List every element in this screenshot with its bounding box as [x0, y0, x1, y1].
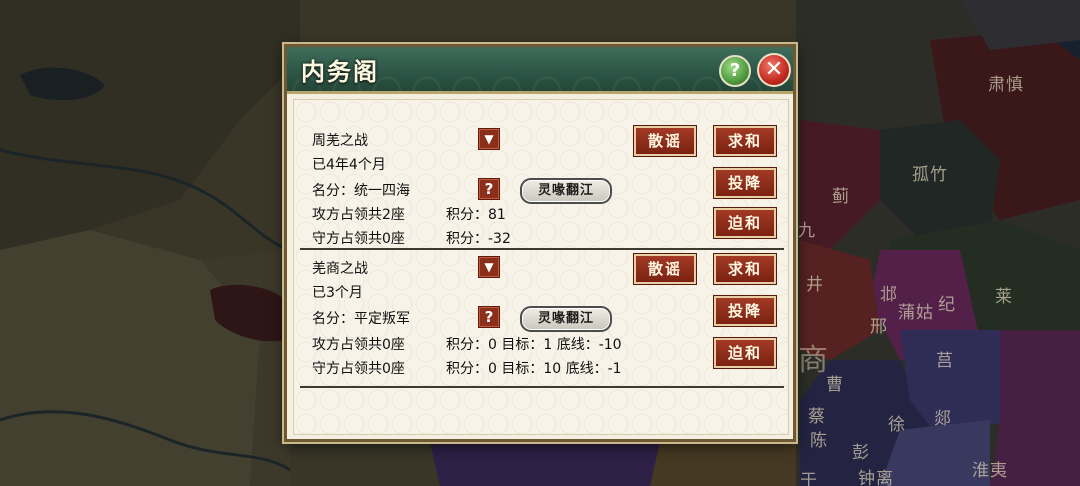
battle-name: 周羌之战: [312, 133, 368, 149]
help-icon: ?: [729, 60, 741, 81]
battle-duration: 已4年4个月: [312, 157, 386, 173]
battle-entry: 周羌之战 ▼ 已4年4个月 名分：统一四海 ? 灵喙翻江 攻方占领共2座 积分：…: [294, 120, 788, 250]
question-icon[interactable]: ?: [478, 178, 500, 200]
general-skill-badge[interactable]: 灵喙翻江: [520, 178, 612, 204]
surrender-button[interactable]: 投降: [713, 167, 777, 199]
attacker-occupied: 攻方占领共2座: [312, 207, 405, 223]
surrender-button[interactable]: 投降: [713, 295, 777, 327]
map-label[interactable]: 肃慎: [988, 70, 1024, 95]
map-label[interactable]: 九: [798, 216, 816, 241]
section-divider: [300, 248, 784, 250]
expand-arrow-icon[interactable]: ▼: [478, 128, 500, 150]
dialog-title: 内务阁: [301, 57, 379, 86]
general-skill-badge[interactable]: 灵喙翻江: [520, 306, 612, 332]
map-label[interactable]: 纪: [938, 290, 956, 315]
map-label[interactable]: 孤竹: [912, 160, 948, 185]
help-button[interactable]: ?: [719, 55, 751, 87]
map-label[interactable]: 于: [800, 466, 818, 486]
rumor-button[interactable]: 散谣: [633, 125, 697, 157]
section-divider: [300, 386, 784, 388]
seek-peace-button[interactable]: 求和: [713, 253, 777, 285]
map-label[interactable]: 邶: [880, 280, 898, 305]
badge-label: 灵喙翻江: [537, 311, 594, 326]
map-label[interactable]: 彭: [852, 438, 870, 463]
attacker-score: 积分：81: [446, 207, 506, 223]
battle-name: 羌商之战: [312, 261, 368, 277]
force-peace-button[interactable]: 迫和: [713, 337, 777, 369]
badge-label: 灵喙翻江: [537, 183, 594, 198]
battle-entry: 羌商之战 ▼ 已3个月 名分：平定叛军 ? 灵喙翻江 攻方占领共0座 积分：0 …: [294, 253, 788, 388]
internal-affairs-dialog: 内务阁 ? ✕ 周羌之战 ▼ 已4年4个月 名分：统一四海 ? 灵喙翻江 攻方占…: [284, 44, 796, 442]
map-label[interactable]: 徐: [888, 410, 906, 435]
map-label[interactable]: 蓟: [832, 182, 850, 207]
close-icon: ✕: [764, 57, 784, 82]
map-label[interactable]: 莱: [995, 282, 1013, 307]
map-label[interactable]: 郯: [934, 404, 952, 429]
map-label[interactable]: 淮夷: [972, 456, 1008, 481]
map-label[interactable]: 邢: [870, 312, 888, 337]
defender-occupied: 守方占领共0座: [312, 231, 405, 247]
dialog-header: 内务阁 ? ✕: [287, 47, 793, 94]
close-button[interactable]: ✕: [757, 53, 791, 87]
map-label[interactable]: 蔡: [808, 402, 826, 427]
map-label[interactable]: 蒲姑: [898, 298, 934, 323]
defender-score: 积分：0 目标：10 底线：-1: [446, 361, 622, 377]
map-label[interactable]: 陈: [810, 426, 828, 451]
force-peace-button[interactable]: 迫和: [713, 207, 777, 239]
dialog-body: 周羌之战 ▼ 已4年4个月 名分：统一四海 ? 灵喙翻江 攻方占领共2座 积分：…: [293, 99, 789, 435]
defender-score: 积分：-32: [446, 231, 511, 247]
map-label[interactable]: 莒: [936, 346, 954, 371]
battle-duration: 已3个月: [312, 285, 363, 301]
map-label[interactable]: 曹: [826, 370, 844, 395]
rumor-button[interactable]: 散谣: [633, 253, 697, 285]
map-label[interactable]: 钟离: [858, 464, 894, 486]
seek-peace-button[interactable]: 求和: [713, 125, 777, 157]
battle-reputation: 名分：平定叛军: [312, 311, 410, 327]
attacker-occupied: 攻方占领共0座: [312, 337, 405, 353]
attacker-score: 积分：0 目标：1 底线：-10: [446, 337, 622, 353]
map-label[interactable]: 商: [798, 335, 829, 379]
battle-reputation: 名分：统一四海: [312, 183, 410, 199]
map-label[interactable]: 井: [806, 270, 824, 295]
question-icon[interactable]: ?: [478, 306, 500, 328]
expand-arrow-icon[interactable]: ▼: [478, 256, 500, 278]
defender-occupied: 守方占领共0座: [312, 361, 405, 377]
